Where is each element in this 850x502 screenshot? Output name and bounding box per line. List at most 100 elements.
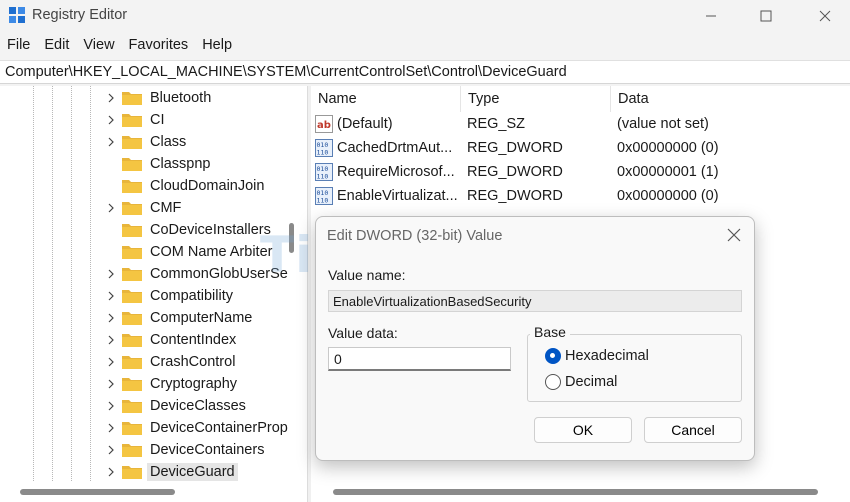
chevron-right-icon[interactable] bbox=[104, 377, 118, 391]
svg-text:110: 110 bbox=[317, 197, 329, 205]
chevron-right-icon[interactable] bbox=[104, 465, 118, 479]
radio-unchecked-icon bbox=[545, 374, 561, 390]
chevron-right-icon[interactable] bbox=[104, 267, 118, 281]
tree-item-label: ContentIndex bbox=[150, 332, 237, 348]
value-name-label: Value name: bbox=[328, 267, 406, 283]
tree-horizontal-scrollbar[interactable] bbox=[20, 489, 175, 495]
tree-item[interactable]: Classpnp bbox=[104, 153, 304, 175]
tree-item[interactable]: CoDeviceInstallers bbox=[104, 219, 304, 241]
chevron-right-icon[interactable] bbox=[104, 201, 118, 215]
value-type: REG_DWORD bbox=[467, 164, 563, 180]
chevron-placeholder bbox=[104, 245, 118, 259]
column-header-data[interactable]: Data bbox=[611, 86, 850, 112]
tree-item-label: DeviceGuard bbox=[147, 463, 238, 481]
decimal-radio[interactable]: Decimal bbox=[545, 374, 617, 390]
tree-item[interactable]: CMF bbox=[104, 197, 304, 219]
column-header-name[interactable]: Name bbox=[311, 86, 461, 112]
chevron-right-icon[interactable] bbox=[104, 355, 118, 369]
decimal-label: Decimal bbox=[565, 374, 618, 390]
folder-icon bbox=[122, 466, 142, 479]
tree-item[interactable]: Cryptography bbox=[104, 373, 304, 395]
tree-item[interactable]: Bluetooth bbox=[104, 87, 304, 109]
ok-button[interactable]: OK bbox=[534, 417, 632, 443]
menu-edit[interactable]: Edit bbox=[37, 34, 76, 58]
value-type: REG_SZ bbox=[467, 116, 526, 132]
window-title: Registry Editor bbox=[32, 7, 128, 23]
maximize-button[interactable] bbox=[743, 0, 789, 32]
value-data-label: Value data: bbox=[328, 325, 398, 341]
folder-icon bbox=[122, 180, 142, 193]
chevron-right-icon[interactable] bbox=[104, 421, 118, 435]
tree-item[interactable]: CloudDomainJoin bbox=[104, 175, 304, 197]
column-header-type[interactable]: Type bbox=[461, 86, 611, 112]
tree-item[interactable]: Compatibility bbox=[104, 285, 304, 307]
tree-item[interactable]: ContentIndex bbox=[104, 329, 304, 351]
registry-editor-icon bbox=[9, 7, 25, 23]
minimize-button[interactable] bbox=[688, 0, 734, 32]
chevron-right-icon[interactable] bbox=[104, 135, 118, 149]
tree-guide-line bbox=[71, 86, 72, 481]
value-name-cell: 010 110 EnableVirtualizat... bbox=[311, 187, 461, 205]
folder-icon bbox=[122, 202, 142, 215]
chevron-right-icon[interactable] bbox=[104, 311, 118, 325]
menu-favorites[interactable]: Favorites bbox=[122, 34, 196, 58]
dialog-title: Edit DWORD (32-bit) Value bbox=[327, 228, 503, 244]
tree-item-label: DeviceContainers bbox=[150, 442, 265, 458]
tree-vertical-scrollbar[interactable] bbox=[289, 223, 294, 253]
dialog-close-icon[interactable] bbox=[726, 227, 742, 243]
tree-item-label: Class bbox=[150, 134, 187, 150]
folder-icon bbox=[122, 312, 142, 325]
tree-item[interactable]: DeviceContainers bbox=[104, 439, 304, 461]
tree-item-label: CommonGlobUserSe bbox=[150, 266, 288, 282]
key-tree-pane[interactable]: Bluetooth CI Class Classpnp CloudDomainJoin C… bbox=[0, 86, 307, 502]
value-name-cell: ab (Default) bbox=[311, 115, 461, 133]
value-data: 0x00000001 (1) bbox=[617, 164, 719, 180]
value-data: 0x00000000 (0) bbox=[617, 188, 719, 204]
menu-file[interactable]: File bbox=[0, 34, 37, 58]
value-row[interactable]: 010 110 RequireMicrosof... REG_DWORD 0x00000… bbox=[311, 160, 850, 184]
folder-icon bbox=[122, 114, 142, 127]
value-name-cell: 010 110 RequireMicrosof... bbox=[311, 163, 461, 181]
menu-view[interactable]: View bbox=[76, 34, 121, 58]
tree-item[interactable]: Class bbox=[104, 131, 304, 153]
cancel-button[interactable]: Cancel bbox=[644, 417, 742, 443]
svg-text:ab: ab bbox=[317, 120, 331, 131]
hexadecimal-label: Hexadecimal bbox=[565, 348, 649, 364]
tree-guide-line bbox=[90, 86, 91, 481]
chevron-right-icon[interactable] bbox=[104, 333, 118, 347]
hexadecimal-radio[interactable]: Hexadecimal bbox=[545, 348, 649, 364]
address-bar[interactable]: Computer\HKEY_LOCAL_MACHINE\SYSTEM\Curre… bbox=[0, 60, 850, 84]
tree-item[interactable]: CI bbox=[104, 109, 304, 131]
menu-help[interactable]: Help bbox=[195, 34, 239, 58]
value-name-field: EnableVirtualizationBasedSecurity bbox=[328, 290, 742, 312]
chevron-right-icon[interactable] bbox=[104, 91, 118, 105]
chevron-right-icon[interactable] bbox=[104, 443, 118, 457]
value-row[interactable]: ab (Default) REG_SZ (value not set) bbox=[311, 112, 850, 136]
value-data-input[interactable]: 0 bbox=[328, 347, 511, 371]
tree-item[interactable]: CommonGlobUserSe bbox=[104, 263, 304, 285]
tree-item[interactable]: COM Name Arbiter bbox=[104, 241, 304, 263]
value-row[interactable]: 010 110 CachedDrtmAut... REG_DWORD 0x0000000… bbox=[311, 136, 850, 160]
tree-item[interactable]: DeviceClasses bbox=[104, 395, 304, 417]
tree-item-label: CI bbox=[150, 112, 165, 128]
tree-item[interactable]: ComputerName bbox=[104, 307, 304, 329]
folder-icon bbox=[122, 290, 142, 303]
close-button[interactable] bbox=[802, 0, 848, 32]
tree-item-label: CoDeviceInstallers bbox=[150, 222, 271, 238]
chevron-right-icon[interactable] bbox=[104, 399, 118, 413]
tree-item-label: ComputerName bbox=[150, 310, 253, 326]
tree-item[interactable]: DeviceGuard bbox=[104, 461, 304, 483]
list-horizontal-scrollbar[interactable] bbox=[333, 489, 818, 495]
value-row[interactable]: 010 110 EnableVirtualizat... REG_DWORD 0x000… bbox=[311, 184, 850, 208]
svg-text:110: 110 bbox=[317, 173, 329, 181]
tree-item[interactable]: DeviceContainerProp bbox=[104, 417, 304, 439]
tree-guide-line bbox=[33, 86, 34, 481]
chevron-right-icon[interactable] bbox=[104, 113, 118, 127]
folder-icon bbox=[122, 444, 142, 457]
tree-item-label: Compatibility bbox=[150, 288, 233, 304]
tree-item-label: Cryptography bbox=[150, 376, 238, 392]
value-name: CachedDrtmAut... bbox=[337, 140, 453, 156]
chevron-right-icon[interactable] bbox=[104, 289, 118, 303]
chevron-placeholder bbox=[104, 223, 118, 237]
tree-item[interactable]: CrashControl bbox=[104, 351, 304, 373]
